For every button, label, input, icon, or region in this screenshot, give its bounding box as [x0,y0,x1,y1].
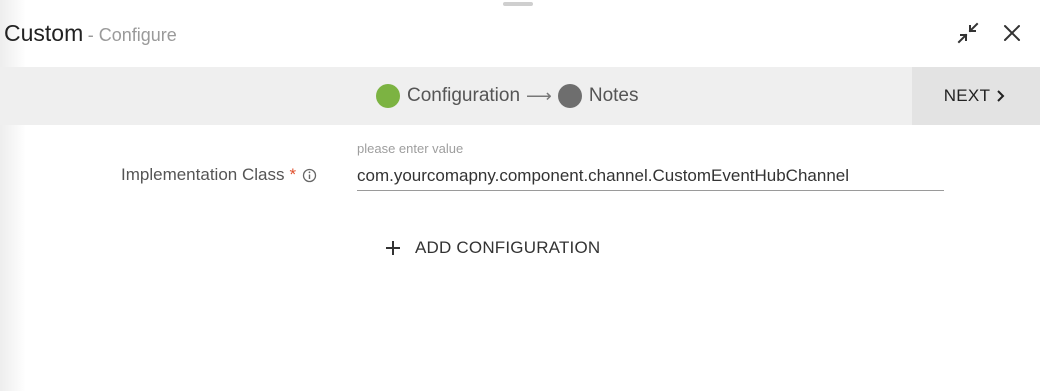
stepper-bar: Configuration ⟶ Notes NEXT [0,67,1040,125]
chevron-right-icon [997,90,1005,102]
stepper-steps: Configuration ⟶ Notes [376,67,638,125]
add-configuration-label: ADD CONFIGURATION [415,238,601,257]
title-subtitle: - Configure [87,25,177,45]
title-main: Custom [4,20,84,46]
left-shadow [0,0,26,391]
next-button[interactable]: NEXT [912,67,1040,125]
implementation-class-input[interactable] [357,161,944,191]
implementation-class-label: Implementation Class * [121,165,317,185]
required-marker: * [289,165,297,184]
step-notes-label[interactable]: Notes [589,85,639,107]
close-button[interactable] [999,20,1025,46]
field-label-text: Implementation Class [121,165,285,184]
step-configuration-label[interactable]: Configuration [407,85,520,107]
plus-icon [386,241,400,255]
step-configuration-dot-icon [376,84,400,108]
collapse-button[interactable] [955,20,981,46]
step-notes-dot-icon [557,84,582,108]
step-arrow-icon: ⟶ [526,85,552,106]
drag-handle[interactable] [503,2,533,6]
next-button-label: NEXT [943,86,991,105]
field-hint: please enter value [357,141,464,156]
close-icon [1004,25,1020,41]
dialog-title: Custom - Configure [4,20,177,47]
info-icon[interactable] [302,168,317,183]
collapse-icon [957,22,979,44]
add-configuration-button[interactable]: ADD CONFIGURATION [384,238,600,258]
